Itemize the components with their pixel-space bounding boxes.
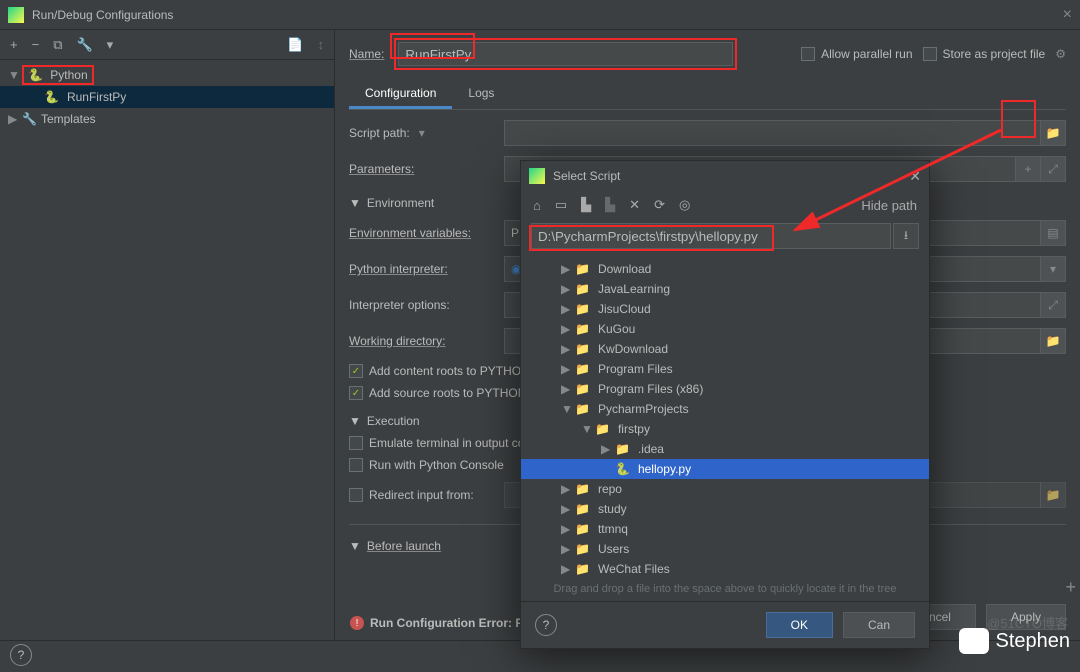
tab-logs[interactable]: Logs: [452, 80, 510, 109]
parameters-label: Parameters:: [349, 162, 504, 176]
project-icon[interactable]: ▙: [581, 197, 591, 213]
wrench-icon: 🔧: [22, 112, 37, 126]
interpreter-label: Python interpreter:: [349, 262, 504, 276]
help-icon[interactable]: ?: [10, 644, 32, 666]
file-tree-node[interactable]: ▼📁PycharmProjects: [521, 399, 929, 419]
file-tree-node[interactable]: ▶📁JavaLearning: [521, 279, 929, 299]
env-vars-label: Environment variables:: [349, 226, 504, 240]
desktop-icon[interactable]: ▭: [555, 197, 567, 213]
sort-icon[interactable]: ↕: [318, 37, 325, 52]
tree-node-python[interactable]: ▼ 🐍 Python: [0, 64, 334, 86]
gear-icon[interactable]: ⚙: [1055, 47, 1066, 61]
file-tree-node[interactable]: ▶📁Download: [521, 259, 929, 279]
window-title: Run/Debug Configurations: [32, 8, 173, 22]
browse-dir-icon[interactable]: 📁: [1040, 328, 1066, 354]
chevron-down-icon: ▼: [8, 68, 18, 82]
interp-options-label: Interpreter options:: [349, 298, 504, 312]
sidebar: + − ⧉ 🔧 ▾ 📄 ↕ ▼ 🐍 Python 🐍 RunFirstPy: [0, 30, 335, 640]
close-icon[interactable]: ✕: [909, 168, 921, 185]
error-icon: !: [350, 616, 364, 630]
file-tree-node[interactable]: ▶📁Users: [521, 539, 929, 559]
expand-icon[interactable]: ⤢: [1040, 292, 1066, 318]
allow-parallel-checkbox[interactable]: Allow parallel run: [801, 47, 912, 61]
app-icon: [529, 168, 545, 184]
copy-icon[interactable]: ⧉: [53, 37, 62, 53]
select-script-dialog: Select Script ✕ ⌂ ▭ ▙ ▙ ✕ ⟳ ◎ Hide path …: [520, 160, 930, 649]
drag-hint: Drag and drop a file into the space abov…: [521, 577, 929, 601]
folder-icon[interactable]: 📄: [287, 37, 303, 53]
show-hidden-icon[interactable]: ◎: [679, 197, 690, 213]
name-input[interactable]: [398, 42, 733, 66]
store-project-checkbox[interactable]: Store as project file: [923, 47, 1046, 61]
remove-icon[interactable]: −: [32, 37, 40, 52]
tree-node-templates[interactable]: ▶ 🔧 Templates: [0, 108, 334, 130]
chevron-right-icon: ▶: [8, 112, 18, 126]
name-label: Name:: [349, 47, 384, 61]
error-bar: ! Run Configuration Error: Pl: [350, 616, 527, 630]
add-task-icon[interactable]: +: [1065, 577, 1076, 598]
delete-icon[interactable]: ✕: [629, 197, 640, 213]
file-tree-node[interactable]: ▶📁Program Files: [521, 359, 929, 379]
tabs: Configuration Logs: [349, 80, 1066, 110]
redirect-input-checkbox[interactable]: Redirect input from:: [349, 488, 504, 502]
script-path-label: Script path:▾: [349, 126, 504, 140]
add-param-icon[interactable]: +: [1015, 156, 1041, 182]
file-tree-node[interactable]: 🐍hellopy.py: [521, 459, 929, 479]
file-tree-node[interactable]: ▶📁WeChat Files: [521, 559, 929, 577]
dropdown-icon[interactable]: ▾: [107, 37, 114, 53]
python-icon: 🐍: [28, 68, 43, 82]
script-path-input[interactable]: [504, 120, 1041, 146]
file-tree[interactable]: ▶📁Download▶📁JavaLearning▶📁JisuCloud▶📁KuG…: [521, 257, 929, 577]
file-tree-node[interactable]: ▶📁.idea: [521, 439, 929, 459]
app-icon: [8, 7, 24, 23]
file-tree-node[interactable]: ▶📁KwDownload: [521, 339, 929, 359]
hide-path-link[interactable]: Hide path: [861, 198, 917, 213]
home-icon[interactable]: ⌂: [533, 198, 541, 213]
dialog-title: Select Script: [553, 169, 620, 183]
file-tree-node[interactable]: ▶📁Program Files (x86): [521, 379, 929, 399]
refresh-icon[interactable]: ⟳: [654, 197, 665, 213]
wrench-icon[interactable]: 🔧: [76, 37, 92, 53]
tab-configuration[interactable]: Configuration: [349, 80, 452, 109]
env-table-icon[interactable]: ▤: [1040, 220, 1066, 246]
module-icon[interactable]: ▙: [605, 197, 615, 213]
expand-icon[interactable]: ⤢: [1040, 156, 1066, 182]
titlebar: Run/Debug Configurations ×: [0, 0, 1080, 30]
download-icon[interactable]: ⭳: [893, 223, 919, 249]
file-tree-node[interactable]: ▶📁repo: [521, 479, 929, 499]
browse-icon[interactable]: 📁: [1040, 482, 1066, 508]
path-input[interactable]: [531, 223, 891, 249]
sidebar-toolbar: + − ⧉ 🔧 ▾ 📄 ↕: [0, 30, 334, 60]
file-tree-node[interactable]: ▶📁ttmnq: [521, 519, 929, 539]
working-dir-label: Working directory:: [349, 334, 504, 348]
file-tree-node[interactable]: ▶📁KuGou: [521, 319, 929, 339]
close-icon[interactable]: ×: [1063, 6, 1072, 24]
dropdown-icon[interactable]: ▾: [1040, 256, 1066, 282]
add-icon[interactable]: +: [10, 37, 18, 52]
tree-node-runfirstpy[interactable]: 🐍 RunFirstPy: [0, 86, 334, 108]
file-tree-node[interactable]: ▼📁firstpy: [521, 419, 929, 439]
browse-script-icon[interactable]: 📁: [1040, 120, 1066, 146]
file-tree-node[interactable]: ▶📁JisuCloud: [521, 299, 929, 319]
help-icon[interactable]: ?: [535, 614, 557, 636]
wechat-icon: [959, 628, 989, 654]
file-tree-node[interactable]: ▶📁study: [521, 499, 929, 519]
modal-cancel-button[interactable]: Can: [843, 612, 915, 638]
modal-ok-button[interactable]: OK: [766, 612, 833, 638]
author-watermark: Stephen: [959, 628, 1070, 654]
python-icon: 🐍: [44, 90, 59, 104]
config-tree: ▼ 🐍 Python 🐍 RunFirstPy ▶ 🔧 Templates: [0, 60, 334, 134]
